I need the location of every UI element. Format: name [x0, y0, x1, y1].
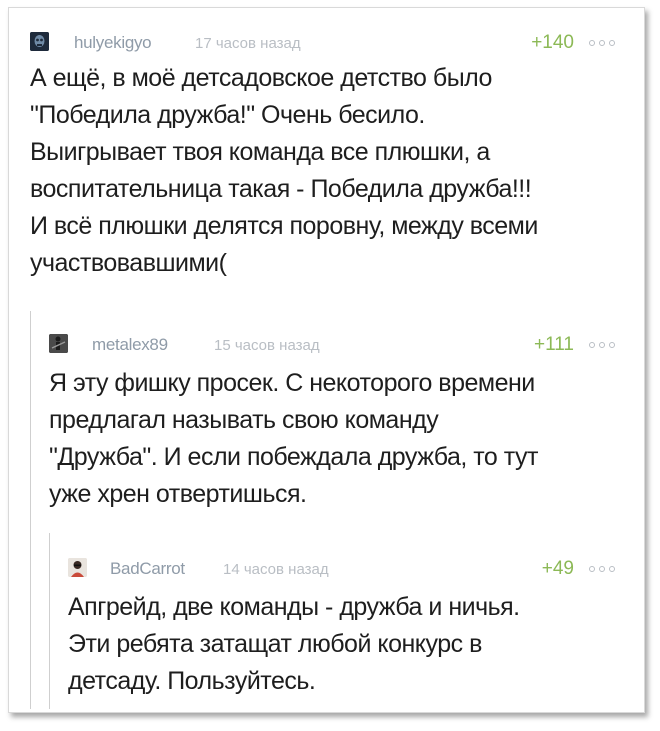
comment-thread-card: hulyekigyo 17 часов назад +140 А ещё, в …: [8, 7, 645, 713]
comment-3-more-icon[interactable]: [589, 566, 615, 572]
comment-3-username[interactable]: BadCarrot: [110, 558, 185, 580]
comment-3-timestamp[interactable]: 14 часов назад: [223, 559, 329, 581]
person-avatar-icon[interactable]: [68, 558, 87, 577]
comment-3: BadCarrot 14 часов назад +49 Апгрейд, дв…: [9, 8, 646, 714]
comment-3-text: Апгрейд, две команды - дружба и ничья. Э…: [68, 593, 520, 695]
comment-3-rating: +49: [541, 558, 574, 579]
